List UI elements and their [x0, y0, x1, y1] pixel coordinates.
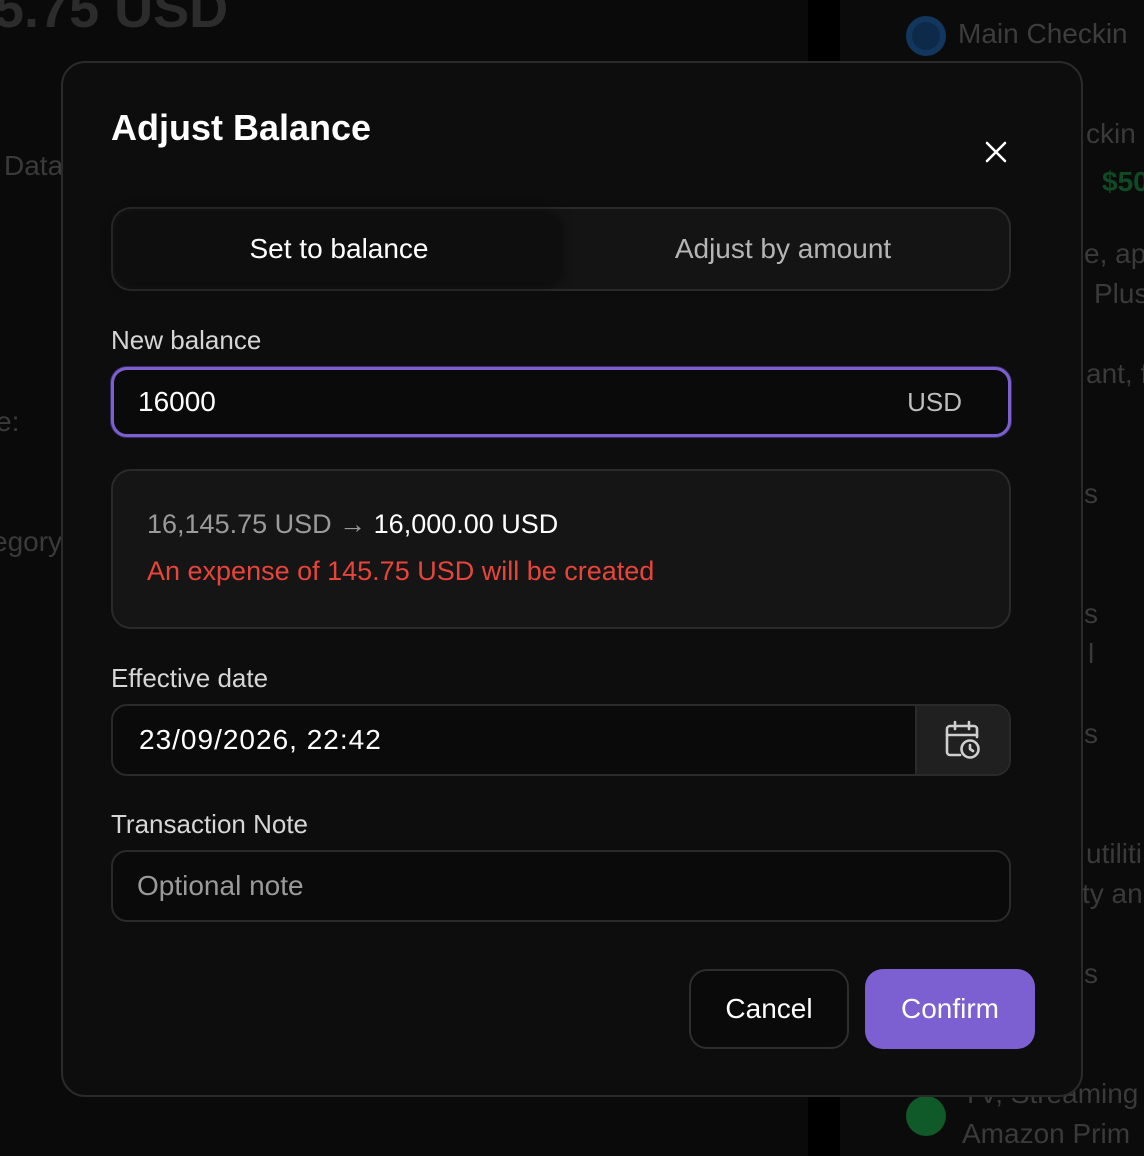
mode-tabs: Set to balance Adjust by amount: [111, 207, 1011, 291]
background-text: s: [1084, 598, 1098, 629]
tab-set-to-balance[interactable]: Set to balance: [117, 213, 561, 285]
background-text: ant, f: [1086, 358, 1144, 389]
background-text: egory: [0, 526, 63, 557]
balance-to: 16,000.00 USD: [373, 509, 559, 539]
background-text: s: [1084, 478, 1098, 509]
bank-logo-icon: [906, 16, 946, 56]
close-button[interactable]: [979, 135, 1013, 169]
background-text: Data: [4, 150, 64, 181]
background-text: e, app: [1084, 238, 1144, 269]
effective-date-field: [111, 704, 1011, 776]
new-balance-input[interactable]: [138, 386, 908, 418]
balance-transition: 16,145.75 USD → 16,000.00 USD: [147, 509, 975, 540]
close-icon: [985, 141, 1007, 163]
adjust-balance-dialog: Adjust Balance Set to balance Adjust by …: [61, 61, 1083, 1097]
category-dot-icon: [906, 1096, 946, 1136]
effective-date-label: Effective date: [111, 663, 269, 693]
background-amount: 5.75 USD: [0, 0, 229, 39]
balance-change-preview: 16,145.75 USD → 16,000.00 USD An expense…: [111, 469, 1011, 629]
arrow-right-icon: →: [339, 509, 367, 539]
calendar-clock-icon: [945, 720, 980, 759]
new-balance-field: USD: [111, 367, 1011, 437]
date-picker-button[interactable]: [915, 706, 1009, 774]
cancel-button[interactable]: Cancel: [689, 969, 849, 1049]
balance-from: 16,145.75 USD: [147, 509, 332, 539]
transaction-note-field: [111, 850, 1011, 922]
background-text: ckin: [1086, 118, 1136, 149]
tab-adjust-by-amount[interactable]: Adjust by amount: [561, 213, 1005, 285]
background-text: e:: [0, 406, 20, 437]
background-text: Amazon Prim: [962, 1118, 1131, 1149]
confirm-button[interactable]: Confirm: [865, 969, 1035, 1049]
background-text: ty an: [1082, 878, 1143, 909]
effective-date-input[interactable]: [113, 706, 915, 774]
background-text: l: [1088, 638, 1095, 669]
dialog-title: Adjust Balance: [111, 107, 372, 148]
background-account-name: Main Checkin: [958, 18, 1128, 49]
background-text: s: [1084, 718, 1098, 749]
currency-unit: USD: [907, 386, 962, 417]
background-text: s: [1084, 958, 1098, 989]
expense-notice: An expense of 145.75 USD will be created: [147, 556, 655, 586]
background-text: $50: [1102, 166, 1144, 197]
new-balance-label: New balance: [111, 325, 262, 355]
background-text: utiliti: [1086, 838, 1143, 869]
background-text: Plus: [1094, 278, 1144, 309]
transaction-note-input[interactable]: [113, 852, 1009, 920]
transaction-note-label: Transaction Note: [111, 809, 309, 839]
